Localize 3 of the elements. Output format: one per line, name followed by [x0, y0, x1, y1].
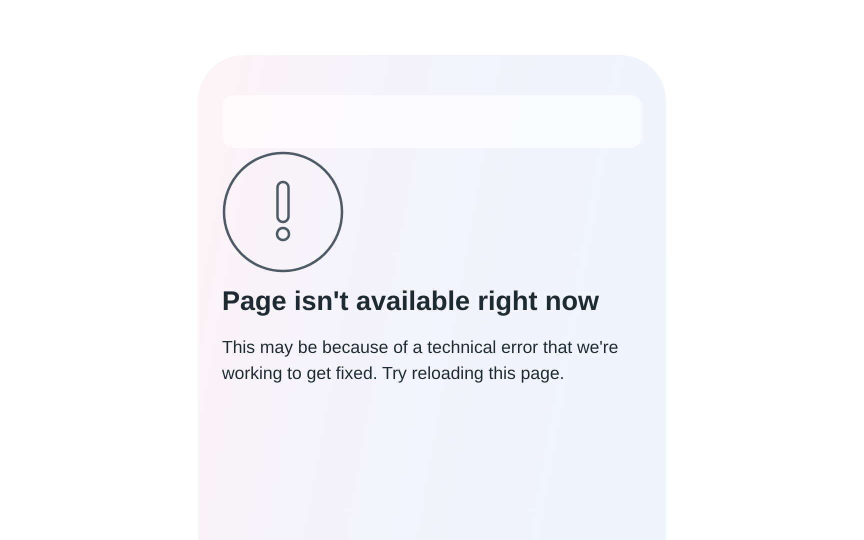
error-message: This may be because of a technical error that we're working to get fixed. Try reloading this page.: [222, 336, 620, 385]
error-title: Page isn't available right now: [222, 285, 600, 318]
exclamation-icon: [222, 151, 344, 273]
